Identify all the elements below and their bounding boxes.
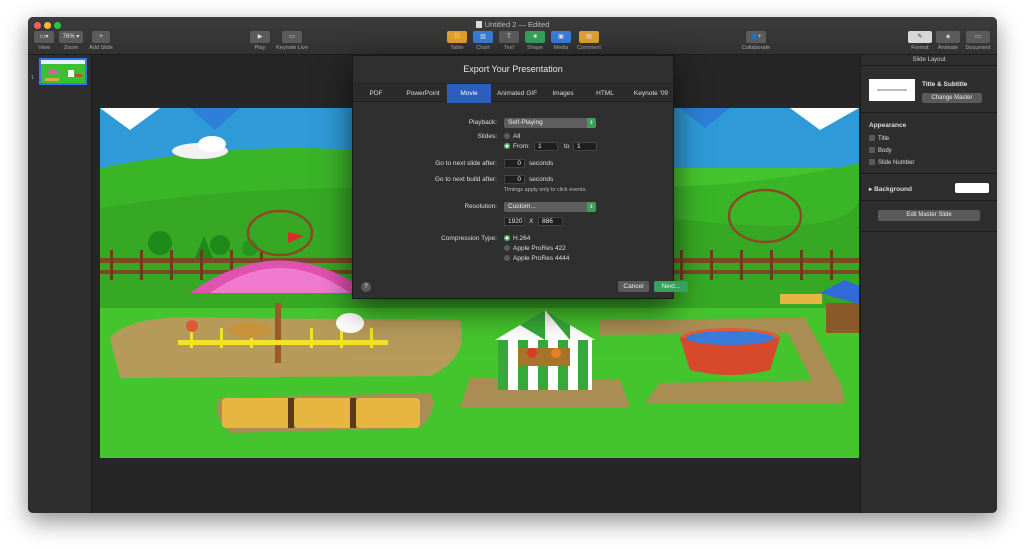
master-thumbnail[interactable] xyxy=(869,79,915,101)
resolution-popup[interactable]: Custom... ⇕ xyxy=(504,202,596,212)
export-format-tabs: PDF PowerPoint Movie Animated GIF Images… xyxy=(353,83,675,103)
shape-button[interactable]: ■ Shape xyxy=(524,31,546,51)
toolbar: Untitled 2 — Edited ▭▾ View 76% ▾ Zoom +… xyxy=(28,17,997,55)
inspector-panel: Slide Layout Title & Subtitle Change Mas… xyxy=(860,55,997,513)
dialog-title: Export Your Presentation xyxy=(463,64,563,74)
table-icon: ☷ xyxy=(447,31,467,43)
master-title: Title & Subtitle xyxy=(922,81,968,88)
chevron-updown-icon: ⇕ xyxy=(587,202,596,212)
background-color-well[interactable] xyxy=(955,183,989,193)
seconds-label: seconds xyxy=(529,176,554,183)
body-checkbox[interactable]: Body xyxy=(869,147,892,154)
collaborate-icon: 👤+ xyxy=(746,31,766,43)
zoom-value: 76% ▾ xyxy=(59,31,83,43)
document-icon xyxy=(475,21,482,28)
tab-animated-gif[interactable]: Animated GIF xyxy=(491,84,543,103)
tab-images[interactable]: Images xyxy=(543,84,583,103)
compression-label: Compression Type: xyxy=(441,235,497,242)
chart-button[interactable]: ▥ Chart xyxy=(472,31,494,51)
keynote-window: Untitled 2 — Edited ▭▾ View 76% ▾ Zoom +… xyxy=(28,17,997,513)
chevron-updown-icon: ⇕ xyxy=(587,118,596,128)
paintbrush-icon: ✎ xyxy=(908,31,932,43)
view-icon: ▭▾ xyxy=(34,31,54,43)
slide-thumbnail-image xyxy=(41,60,85,83)
divider xyxy=(861,200,997,201)
compression-h264-radio[interactable]: H.264 xyxy=(504,235,530,242)
slide-number: 1 xyxy=(31,75,34,81)
plus-icon: + xyxy=(92,31,110,43)
tab-keynote-09[interactable]: Keynote '09 xyxy=(627,84,675,103)
tab-html[interactable]: HTML xyxy=(583,84,627,103)
next-build-seconds-field[interactable]: 0 xyxy=(504,175,525,184)
chart-icon: ▥ xyxy=(473,31,493,43)
slide-thumbnail[interactable] xyxy=(39,58,87,85)
zoom-button[interactable]: 76% ▾ Zoom xyxy=(58,31,84,51)
resolution-height-field[interactable]: 886 xyxy=(538,217,563,226)
slides-all-radio[interactable]: All xyxy=(504,133,520,140)
slides-from-radio[interactable]: From: xyxy=(504,143,530,150)
change-master-button[interactable]: Change Master xyxy=(922,93,982,103)
document-button[interactable]: ▭ Document xyxy=(962,31,994,51)
to-slide-field[interactable]: 1 xyxy=(573,142,597,151)
divider xyxy=(861,231,997,232)
next-slide-label: Go to next slide after: xyxy=(435,160,497,167)
edit-master-slide-button[interactable]: Edit Master Slide xyxy=(878,210,980,221)
text-button[interactable]: T Text xyxy=(498,31,520,51)
play-icon: ▶ xyxy=(250,31,270,43)
slide-navigator: 1 xyxy=(28,55,92,513)
from-slide-field[interactable]: 1 xyxy=(534,142,558,151)
shape-icon: ■ xyxy=(525,31,545,43)
divider xyxy=(861,173,997,174)
resolution-label: Resolution: xyxy=(464,203,497,210)
collaborate-button[interactable]: 👤+ Collaborate xyxy=(736,31,776,51)
add-slide-button[interactable]: + Add Slide xyxy=(86,31,116,51)
background-disclosure[interactable]: ▸ Background xyxy=(869,185,912,193)
tab-movie[interactable]: Movie xyxy=(447,84,491,103)
compression-prores4444-radio[interactable]: Apple ProRes 4444 xyxy=(504,255,569,262)
comment-button[interactable]: ▤ Comment xyxy=(574,31,604,51)
text-icon: T xyxy=(499,31,519,43)
animate-icon: ◈ xyxy=(936,31,960,43)
playback-popup[interactable]: Self-Playing ⇕ xyxy=(504,118,596,128)
help-button[interactable]: ? xyxy=(361,282,371,292)
appearance-heading: Appearance xyxy=(869,122,907,129)
play-button[interactable]: ▶ Play xyxy=(248,31,272,51)
inspector-header: Slide Layout xyxy=(861,55,997,66)
media-button[interactable]: ▣ Media xyxy=(550,31,572,51)
playback-label: Playback: xyxy=(468,119,497,126)
cancel-button[interactable]: Cancel xyxy=(618,281,649,292)
next-build-label: Go to next build after: xyxy=(434,176,497,183)
window-title: Untitled 2 — Edited xyxy=(28,20,997,29)
keynote-live-icon: ▭ xyxy=(282,31,302,43)
slide-number-checkbox[interactable]: Slide Number xyxy=(869,159,914,166)
to-label: to xyxy=(564,143,570,150)
document-panel-icon: ▭ xyxy=(966,31,990,43)
keynote-live-button[interactable]: ▭ Keynote Live xyxy=(274,31,310,51)
format-button[interactable]: ✎ Format xyxy=(906,31,934,51)
next-button[interactable]: Next... xyxy=(654,281,688,292)
view-button[interactable]: ▭▾ View xyxy=(32,31,56,51)
slides-label: Slides: xyxy=(477,133,497,140)
compression-prores422-radio[interactable]: Apple ProRes 422 xyxy=(504,245,566,252)
divider xyxy=(861,112,997,113)
timing-note: Timings apply only to click events. xyxy=(504,187,587,193)
resolution-width-field[interactable]: 1920 xyxy=(504,217,525,226)
times-label: X xyxy=(529,218,534,225)
comment-icon: ▤ xyxy=(579,31,599,43)
tab-powerpoint[interactable]: PowerPoint xyxy=(399,84,447,103)
title-checkbox[interactable]: Title xyxy=(869,135,889,142)
media-icon: ▣ xyxy=(551,31,571,43)
next-slide-seconds-field[interactable]: 0 xyxy=(504,159,525,168)
seconds-label: seconds xyxy=(529,160,554,167)
tab-pdf[interactable]: PDF xyxy=(353,84,399,103)
export-dialog: Export Your Presentation PDF PowerPoint … xyxy=(352,55,688,299)
animate-button[interactable]: ◈ Animate xyxy=(934,31,962,51)
table-button[interactable]: ☷ Table xyxy=(446,31,468,51)
